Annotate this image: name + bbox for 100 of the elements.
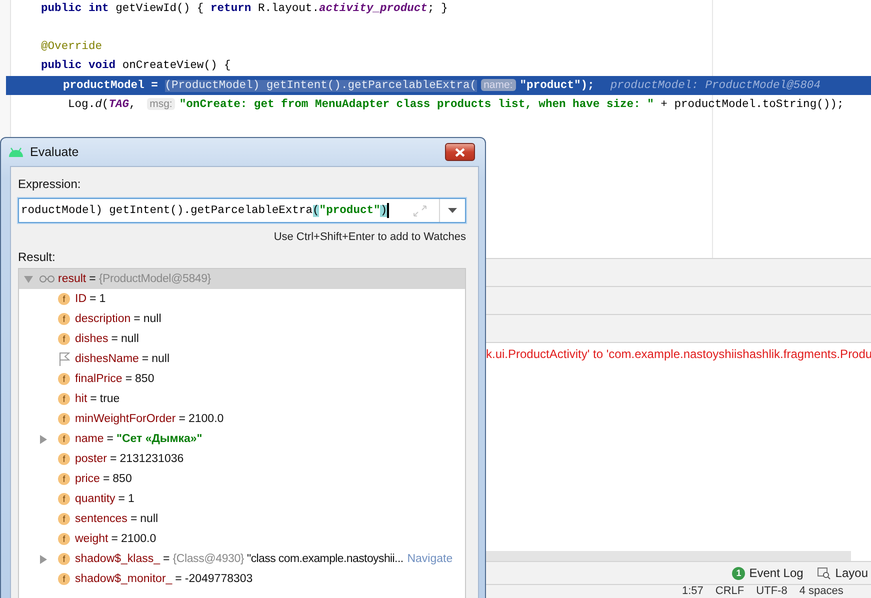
- field-value: null: [143, 313, 162, 325]
- field-name: dishes: [75, 333, 108, 345]
- code-text: );: [580, 80, 594, 92]
- close-icon: [455, 148, 465, 156]
- equals-sign: =: [90, 293, 96, 305]
- field-name: hit: [75, 393, 88, 405]
- string-literal: "product": [520, 80, 581, 92]
- field-icon: f: [58, 333, 70, 345]
- layout-inspector-button[interactable]: Layou: [817, 566, 868, 580]
- field-value: "class com.example.nastoyshii...: [247, 553, 404, 565]
- method-name: d: [95, 99, 102, 111]
- tree-row[interactable]: result = {ProductModel@5849}: [19, 269, 465, 289]
- field-icon: f: [58, 313, 70, 325]
- annotation: @Override: [41, 41, 102, 53]
- field-icon: f: [58, 533, 70, 545]
- tree-row[interactable]: f quantity = 1: [19, 489, 465, 509]
- result-label: Result:: [18, 250, 56, 264]
- equals-sign: =: [90, 393, 97, 405]
- tree-row[interactable]: f hit = true: [19, 389, 465, 409]
- field-value: true: [100, 393, 120, 405]
- tree-row[interactable]: f minWeightForOrder = 2100.0: [19, 409, 465, 429]
- field-name: weight: [75, 533, 108, 545]
- field-value: 2100.0: [188, 413, 224, 425]
- flag-icon: [58, 352, 70, 366]
- tree-row[interactable]: f dishes = null: [19, 329, 465, 349]
- code-text: ; }: [427, 3, 448, 15]
- parameter-hint: name:: [480, 79, 516, 91]
- expand-arrow-icon[interactable]: [39, 554, 48, 564]
- field-value: null: [140, 513, 158, 525]
- field-icon: f: [58, 453, 70, 465]
- code-text: (ProductModel) getIntent().getParcelableExtra(: [164, 80, 477, 92]
- notification-badge: 1: [732, 566, 746, 580]
- expand-arrow-icon[interactable]: [24, 274, 33, 284]
- event-log-button[interactable]: 1 Event Log: [732, 566, 804, 580]
- equals-sign: =: [102, 473, 110, 485]
- field-name: activity_product: [318, 3, 428, 15]
- code-text: getViewId() {: [116, 3, 205, 15]
- field-icon: f: [58, 433, 70, 445]
- code-text: (: [102, 99, 109, 111]
- equals-sign: =: [134, 313, 140, 325]
- equals-sign: =: [163, 553, 170, 565]
- equals-sign: =: [111, 533, 118, 545]
- equals-sign: =: [178, 413, 186, 425]
- close-button[interactable]: [445, 143, 475, 161]
- tree-row[interactable]: f sentences = null: [19, 509, 465, 529]
- field-value: 850: [112, 473, 132, 485]
- tree-row[interactable]: f shadow$_klass_ = {Class@4930} "class com.example.nastoyshii... Navigate: [19, 549, 465, 569]
- object-reference: {ProductModel@5849}: [98, 273, 211, 285]
- status-item[interactable]: 4 spaces: [799, 585, 844, 598]
- equals-sign: =: [89, 273, 96, 285]
- field-value: null: [120, 333, 139, 345]
- variable-name: result: [58, 273, 86, 285]
- field-name: TAG: [108, 99, 130, 111]
- horizontal-scrollbar[interactable]: [486, 551, 851, 561]
- keyword: return: [210, 3, 252, 15]
- field-name: name: [75, 433, 104, 445]
- field-value: 1: [99, 293, 106, 305]
- tree-row[interactable]: f description = null: [19, 309, 465, 329]
- equals-sign: =: [142, 353, 149, 365]
- field-icon: f: [58, 473, 70, 485]
- code-text: productModel =: [63, 80, 159, 92]
- field-name: description: [75, 313, 131, 325]
- tree-row[interactable]: f weight = 2100.0: [19, 529, 465, 549]
- field-icon: f: [58, 293, 70, 305]
- watches-hint: Use Ctrl+Shift+Enter to add to Watches: [272, 231, 466, 243]
- tree-row[interactable]: f shadow$_monitor_ = -2049778303: [19, 569, 465, 589]
- code-text: + productModel.toString());: [660, 99, 844, 111]
- field-icon: f: [58, 573, 70, 585]
- keyword: public int: [41, 3, 110, 15]
- code-text: Log.: [68, 99, 96, 111]
- tree-row[interactable]: f price = 850: [19, 469, 465, 489]
- field-icon: f: [58, 513, 70, 525]
- equals-sign: =: [175, 573, 182, 585]
- status-item[interactable]: CRLF: [715, 585, 744, 598]
- field-value: 850: [135, 373, 154, 385]
- inline-debug-value: productModel: ProductModel@5804: [610, 80, 820, 92]
- expand-arrow-icon[interactable]: [39, 434, 48, 444]
- field-value: null: [152, 353, 170, 365]
- equals-sign: =: [110, 453, 117, 465]
- string-value: "Сет «Дымка»": [116, 433, 202, 445]
- dialog-title: Evaluate: [30, 145, 80, 159]
- status-item[interactable]: UTF-8: [756, 585, 788, 598]
- string-literal: "onCreate: get from MenuAdapter class products list, when have size: ": [179, 99, 654, 111]
- equals-sign: =: [106, 433, 114, 445]
- field-name: dishesName: [75, 353, 139, 365]
- field-value: 2131231036: [120, 453, 184, 465]
- code-text: onCreateView() {: [122, 60, 231, 72]
- field-name: sentences: [75, 513, 128, 525]
- equals-sign: =: [111, 333, 118, 345]
- object-reference: {Class@4930}: [172, 553, 244, 565]
- field-icon: f: [58, 413, 70, 425]
- field-name: minWeightForOrder: [75, 413, 176, 425]
- status-item[interactable]: 1:57: [682, 585, 704, 598]
- field-value: 2100.0: [120, 533, 156, 545]
- tree-row[interactable]: f finalPrice = 850: [19, 369, 465, 389]
- field-icon: f: [58, 493, 70, 505]
- tree-row[interactable]: f name = "Сет «Дымка»": [19, 429, 465, 449]
- tree-row[interactable]: f ID = 1: [19, 289, 465, 309]
- tree-row[interactable]: f poster = 2131231036: [19, 449, 465, 469]
- tree-row[interactable]: dishesName = null: [19, 349, 465, 369]
